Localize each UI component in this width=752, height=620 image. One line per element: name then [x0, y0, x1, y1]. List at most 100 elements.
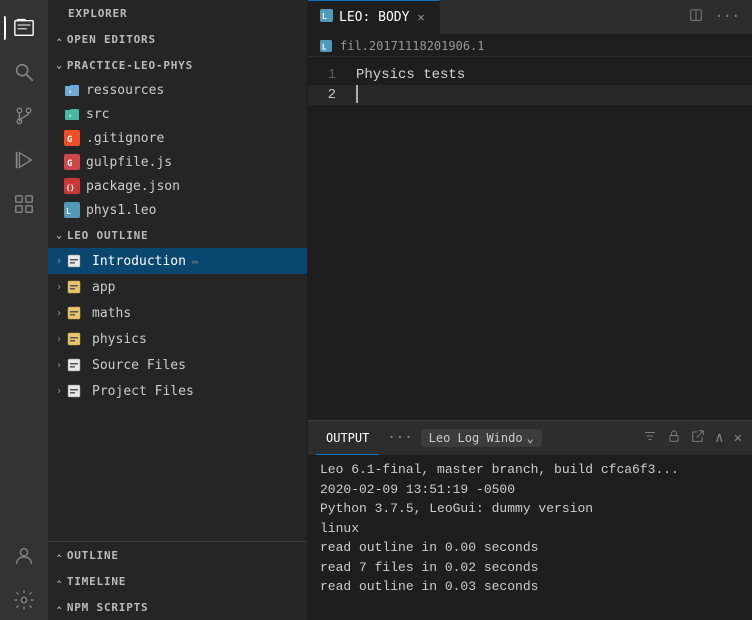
tab-leo-icon: L [320, 9, 333, 26]
git-icon: G [64, 130, 80, 146]
dropdown-chevron: ⌄ [527, 431, 534, 445]
leo-node-icon-intro [66, 253, 82, 269]
text-cursor [356, 85, 358, 103]
gulp-icon: G [64, 154, 80, 170]
outline-item-project-files[interactable]: › Project Files [48, 378, 307, 404]
svg-text:›: › [68, 112, 72, 120]
tab-leo-body[interactable]: L LEO: BODY ✕ [308, 0, 440, 34]
more-actions-button[interactable]: ··· [711, 7, 744, 27]
chevron-app: › [56, 282, 62, 293]
editor-body[interactable]: 1 Physics tests 2 [308, 57, 752, 420]
panel-area: OUTPUT ··· Leo Log Windo ⌄ [308, 420, 752, 620]
panel-filter-button[interactable] [641, 427, 659, 449]
breadcrumb-bar: L fil.20171118201906.1 [308, 35, 752, 57]
run-icon[interactable] [4, 140, 44, 180]
leo-outline-header[interactable]: ⌄ LEO OUTLINE [48, 222, 307, 248]
chevron-source: › [56, 360, 62, 371]
panel-close-button[interactable]: ✕ [732, 428, 744, 448]
svg-text:L: L [66, 207, 71, 216]
leo-node-icon-source [66, 357, 82, 373]
outline-bottom-header[interactable]: › OUTLINE [48, 542, 307, 568]
chevron-maths: › [56, 308, 62, 319]
leo-outline-chevron: ⌄ [56, 230, 63, 241]
panel-tab-more[interactable]: ··· [383, 428, 416, 448]
line-content-2 [348, 85, 358, 105]
panel-tab-bar: OUTPUT ··· Leo Log Windo ⌄ [308, 421, 752, 456]
panel-lock-button[interactable] [665, 427, 683, 449]
panel-output-content: Leo 6.1-final, master branch, build cfca… [308, 456, 752, 620]
panel-open-editor-button[interactable] [689, 427, 707, 449]
svg-text:›: › [68, 88, 72, 96]
output-line-2: 2020-02-09 13:51:19 -0500 [320, 480, 740, 500]
output-line-3: Python 3.7.5, LeoGui: dummy version [320, 499, 740, 519]
leo-node-icon-project [66, 383, 82, 399]
sidebar-item-src[interactable]: › src [48, 102, 307, 126]
open-editors-header[interactable]: › OPEN EDITORS [48, 26, 307, 52]
sidebar-item-gulpfile[interactable]: G gulpfile.js [48, 150, 307, 174]
outline-item-maths[interactable]: › maths [48, 300, 307, 326]
leo-node-icon-app [66, 279, 82, 295]
output-line-4: linux [320, 519, 740, 539]
practice-chevron: ⌄ [56, 60, 63, 71]
panel-log-dropdown[interactable]: Leo Log Windo ⌄ [421, 429, 542, 447]
output-line-7: read outline in 0.03 seconds [320, 577, 740, 597]
sidebar-item-package-json[interactable]: {} package.json [48, 174, 307, 198]
leo-node-icon-maths [66, 305, 82, 321]
npm-scripts-header[interactable]: › NPM SCRIPTS [48, 594, 307, 620]
output-tab[interactable]: OUTPUT [316, 421, 379, 455]
explorer-icon[interactable] [4, 8, 44, 48]
code-line-2: 2 [308, 85, 752, 105]
outline-item-introduction[interactable]: › Introduction ✏ [48, 248, 307, 274]
settings-icon[interactable] [4, 580, 44, 620]
svg-text:G: G [67, 159, 72, 169]
svg-text:L: L [322, 42, 327, 51]
explorer-title: EXPLORER [48, 0, 307, 26]
folder-green-icon: › [64, 106, 80, 122]
search-icon[interactable] [4, 52, 44, 92]
tab-actions: ··· [685, 0, 752, 34]
leo-file-icon: L [64, 202, 80, 218]
line-content-1: Physics tests [348, 65, 465, 85]
tab-leo-body-label: LEO: BODY [339, 10, 409, 25]
output-line-1: Leo 6.1-final, master branch, build cfca… [320, 460, 740, 480]
code-line-1: 1 Physics tests [308, 65, 752, 85]
edit-icon-intro[interactable]: ✏ [192, 254, 199, 268]
line-number-1: 1 [308, 65, 348, 85]
timeline-chevron: › [54, 578, 65, 585]
extensions-icon[interactable] [4, 184, 44, 224]
leo-outline-section: ⌄ LEO OUTLINE › Introduction ✏ › [48, 222, 307, 541]
timeline-header[interactable]: › TIMELINE [48, 568, 307, 594]
output-line-5: read outline in 0.00 seconds [320, 538, 740, 558]
editor-area: L fil.20171118201906.1 1 Physics tests 2 [308, 35, 752, 420]
outline-item-app[interactable]: › app [48, 274, 307, 300]
bottom-sections: › OUTLINE › TIMELINE › NPM SCRIPTS [48, 541, 307, 620]
npm-chevron: › [54, 604, 65, 611]
output-line-6: read 7 files in 0.02 seconds [320, 558, 740, 578]
outline-item-physics[interactable]: › physics [48, 326, 307, 352]
npm-icon: {} [64, 178, 80, 194]
sidebar-item-gitignore[interactable]: G .gitignore [48, 126, 307, 150]
chevron-intro: › [56, 256, 62, 267]
panel-scroll-up-button[interactable]: ∧ [713, 428, 725, 448]
outline-item-source-files[interactable]: › Source Files [48, 352, 307, 378]
practice-leo-phys-header[interactable]: ⌄ PRACTICE-LEO-PHYS [48, 52, 307, 78]
line-number-2: 2 [308, 85, 348, 105]
panel-actions: ∧ ✕ [641, 427, 744, 449]
svg-text:{}: {} [66, 184, 74, 192]
main-content: L LEO: BODY ✕ ··· L fil [308, 0, 752, 620]
leo-node-icon-physics [66, 331, 82, 347]
svg-text:L: L [322, 11, 327, 21]
tab-bar: L LEO: BODY ✕ ··· [308, 0, 752, 35]
account-icon[interactable] [4, 536, 44, 576]
open-editors-chevron: › [54, 36, 65, 43]
sidebar: EXPLORER › OPEN EDITORS ⌄ PRACTICE-LEO-P… [48, 0, 308, 620]
breadcrumb-file: L fil.20171118201906.1 [320, 39, 485, 53]
split-editor-button[interactable] [685, 6, 707, 28]
tab-close-button[interactable]: ✕ [415, 8, 426, 26]
sidebar-item-ressources[interactable]: › ressources [48, 78, 307, 102]
svg-text:G: G [67, 135, 72, 145]
sidebar-item-phys1-leo[interactable]: L phys1.leo [48, 198, 307, 222]
source-control-icon[interactable] [4, 96, 44, 136]
activity-bar [0, 0, 48, 620]
chevron-project: › [56, 386, 62, 397]
